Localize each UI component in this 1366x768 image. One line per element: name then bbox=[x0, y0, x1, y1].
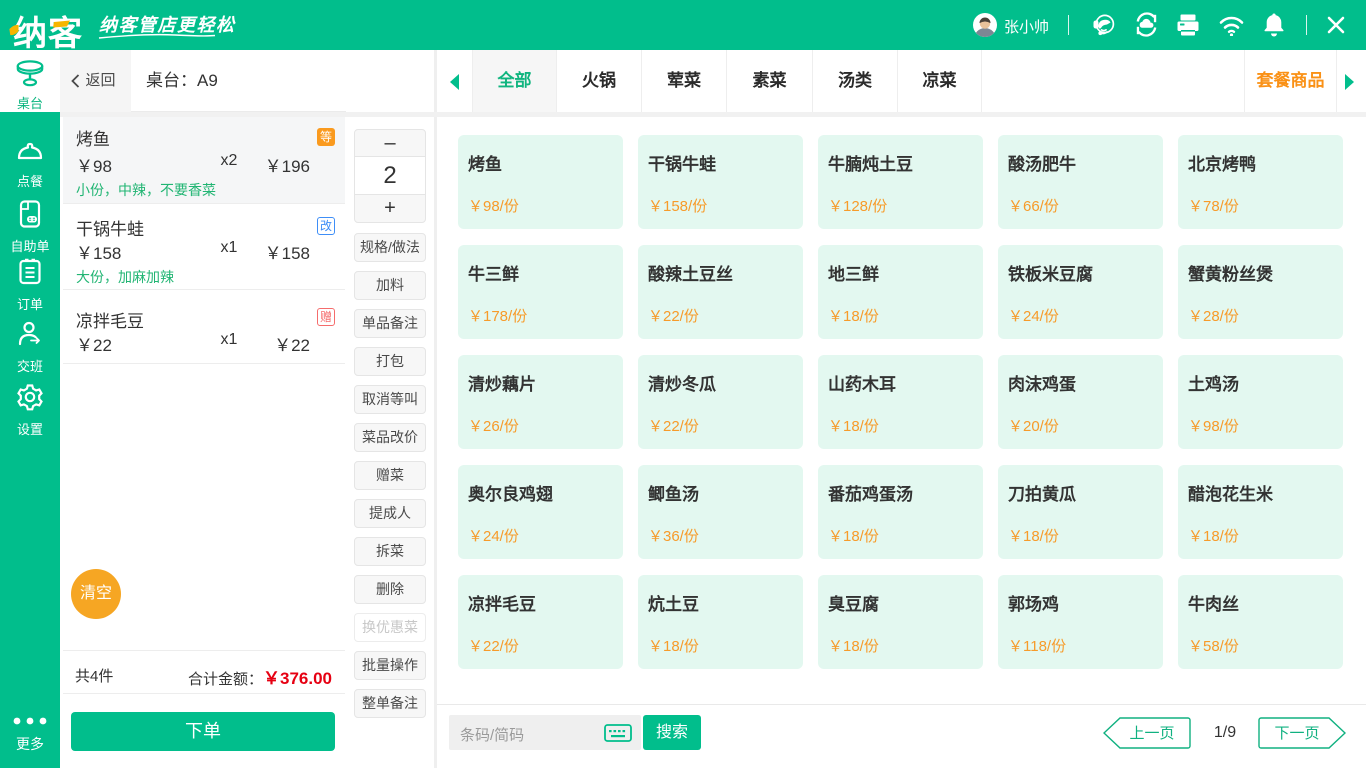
svg-text:上一页: 上一页 bbox=[1129, 725, 1174, 742]
svg-text:下一页: 下一页 bbox=[1274, 725, 1319, 742]
